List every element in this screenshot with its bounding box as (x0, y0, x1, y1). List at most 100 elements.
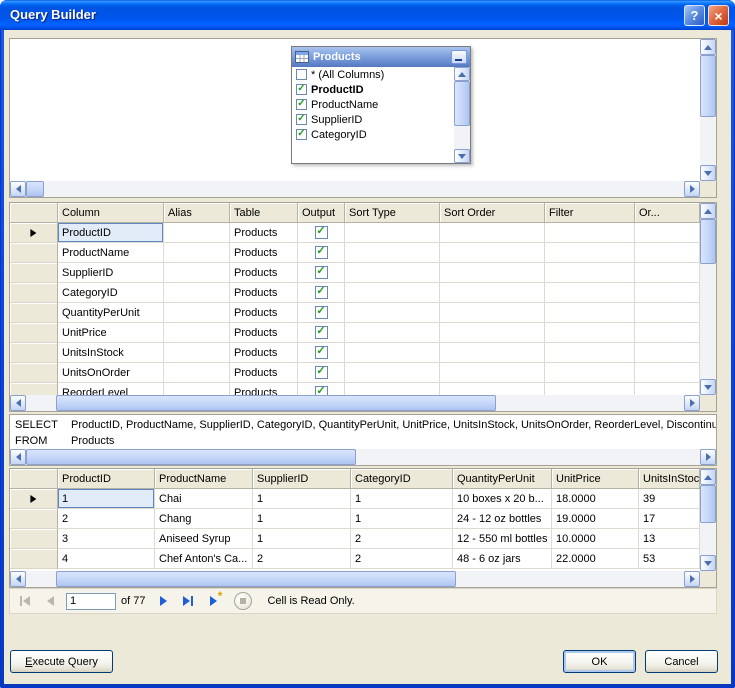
title-bar[interactable]: Query Builder ? × (0, 0, 735, 30)
table-cell[interactable]: Products (230, 343, 298, 363)
sql-text[interactable]: SELECT ProductID, ProductName, SupplierI… (10, 415, 716, 449)
list-item[interactable]: ProductID (292, 82, 454, 97)
result-cell[interactable]: 1 (58, 489, 155, 509)
row-selector[interactable] (10, 303, 58, 323)
sort-order-cell[interactable] (440, 363, 545, 383)
result-cell[interactable]: 4 (58, 549, 155, 569)
productname-header[interactable]: ProductName (155, 469, 253, 489)
filter-cell[interactable] (545, 383, 635, 395)
alias-cell[interactable] (164, 223, 230, 243)
scroll-right-button[interactable] (684, 395, 700, 411)
result-cell[interactable]: 17 (639, 509, 700, 529)
previous-record-button[interactable] (38, 590, 62, 612)
scrollbar-track[interactable] (700, 485, 716, 555)
result-cell[interactable]: 3 (58, 529, 155, 549)
checkbox[interactable] (296, 129, 307, 140)
result-cell[interactable]: 2 (351, 529, 453, 549)
row-selector[interactable] (10, 343, 58, 363)
result-cell[interactable]: 13 (639, 529, 700, 549)
result-cell[interactable]: 53 (639, 549, 700, 569)
cancel-button[interactable]: Cancel (645, 650, 718, 673)
alias-header[interactable]: Alias (164, 203, 230, 223)
filter-cell[interactable] (545, 323, 635, 343)
result-cell[interactable]: 2 (58, 509, 155, 529)
result-cell[interactable]: 2 (351, 549, 453, 569)
scrollbar-track[interactable] (26, 181, 684, 197)
result-cell[interactable]: 1 (253, 509, 351, 529)
sort-type-cell[interactable] (345, 303, 440, 323)
result-cell[interactable]: 10.0000 (552, 529, 639, 549)
output-checkbox[interactable] (315, 246, 328, 259)
result-cell[interactable]: 22.0000 (552, 549, 639, 569)
filter-header[interactable]: Filter (545, 203, 635, 223)
sort-type-cell[interactable] (345, 383, 440, 395)
output-checkbox[interactable] (315, 366, 328, 379)
result-cell[interactable]: Aniseed Syrup (155, 529, 253, 549)
output-checkbox[interactable] (315, 346, 328, 359)
column-cell[interactable]: ProductID (58, 223, 164, 243)
filter-cell[interactable] (545, 363, 635, 383)
or-cell[interactable] (635, 343, 700, 363)
filter-cell[interactable] (545, 263, 635, 283)
or-header[interactable]: Or... (635, 203, 700, 223)
filter-cell[interactable] (545, 303, 635, 323)
scrollbar-track[interactable] (700, 55, 716, 165)
criteria-horizontal-scrollbar[interactable] (10, 395, 700, 411)
sort-type-cell[interactable] (345, 263, 440, 283)
sort-type-cell[interactable] (345, 343, 440, 363)
table-cell[interactable]: Products (230, 283, 298, 303)
checkbox[interactable] (296, 69, 307, 80)
or-cell[interactable] (635, 283, 700, 303)
result-cell[interactable]: 39 (639, 489, 700, 509)
row-selector[interactable] (10, 223, 58, 243)
diagram-canvas[interactable]: Products * (All Columns) ProductID (10, 39, 700, 181)
scrollbar-thumb[interactable] (454, 81, 470, 126)
table-window-scrollbar[interactable] (454, 67, 470, 163)
first-record-button[interactable] (13, 590, 37, 612)
ok-button[interactable]: OK (563, 650, 636, 673)
list-item[interactable]: CategoryID (292, 127, 454, 142)
output-checkbox[interactable] (315, 286, 328, 299)
output-cell[interactable] (298, 363, 345, 383)
output-cell[interactable] (298, 263, 345, 283)
scrollbar-track[interactable] (26, 395, 684, 411)
or-cell[interactable] (635, 363, 700, 383)
scroll-down-button[interactable] (700, 165, 716, 181)
column-cell[interactable]: SupplierID (58, 263, 164, 283)
scroll-right-button[interactable] (684, 181, 700, 197)
sql-horizontal-scrollbar[interactable] (10, 449, 716, 465)
column-cell[interactable]: UnitsOnOrder (58, 363, 164, 383)
column-cell[interactable]: ProductName (58, 243, 164, 263)
table-cell[interactable]: Products (230, 323, 298, 343)
output-cell[interactable] (298, 303, 345, 323)
sort-type-cell[interactable] (345, 323, 440, 343)
add-new-record-button[interactable] (201, 590, 225, 612)
execute-query-button[interactable]: Execute Query (10, 650, 113, 673)
column-cell[interactable]: UnitsInStock (58, 343, 164, 363)
diagram-horizontal-scrollbar[interactable] (10, 181, 700, 197)
output-cell[interactable] (298, 323, 345, 343)
list-item[interactable]: * (All Columns) (292, 67, 454, 82)
result-cell[interactable]: 48 - 6 oz jars (453, 549, 552, 569)
scrollbar-thumb[interactable] (700, 485, 716, 523)
close-button[interactable]: × (708, 5, 729, 26)
record-position-input[interactable] (66, 593, 116, 610)
filter-cell[interactable] (545, 223, 635, 243)
scrollbar-thumb[interactable] (56, 395, 496, 411)
supplierid-header[interactable]: SupplierID (253, 469, 351, 489)
help-button[interactable]: ? (684, 5, 705, 26)
table-cell[interactable]: Products (230, 263, 298, 283)
results-horizontal-scrollbar[interactable] (10, 571, 700, 587)
result-cell[interactable]: 1 (351, 509, 453, 529)
table-cell[interactable]: Products (230, 223, 298, 243)
scroll-right-button[interactable] (700, 449, 716, 465)
result-cell[interactable]: 1 (253, 529, 351, 549)
row-selector[interactable] (10, 283, 58, 303)
output-header[interactable]: Output (298, 203, 345, 223)
sort-order-cell[interactable] (440, 223, 545, 243)
productid-header[interactable]: ProductID (58, 469, 155, 489)
row-selector[interactable] (10, 363, 58, 383)
filter-cell[interactable] (545, 283, 635, 303)
result-cell[interactable]: 12 - 550 ml bottles (453, 529, 552, 549)
scrollbar-thumb[interactable] (56, 571, 456, 587)
